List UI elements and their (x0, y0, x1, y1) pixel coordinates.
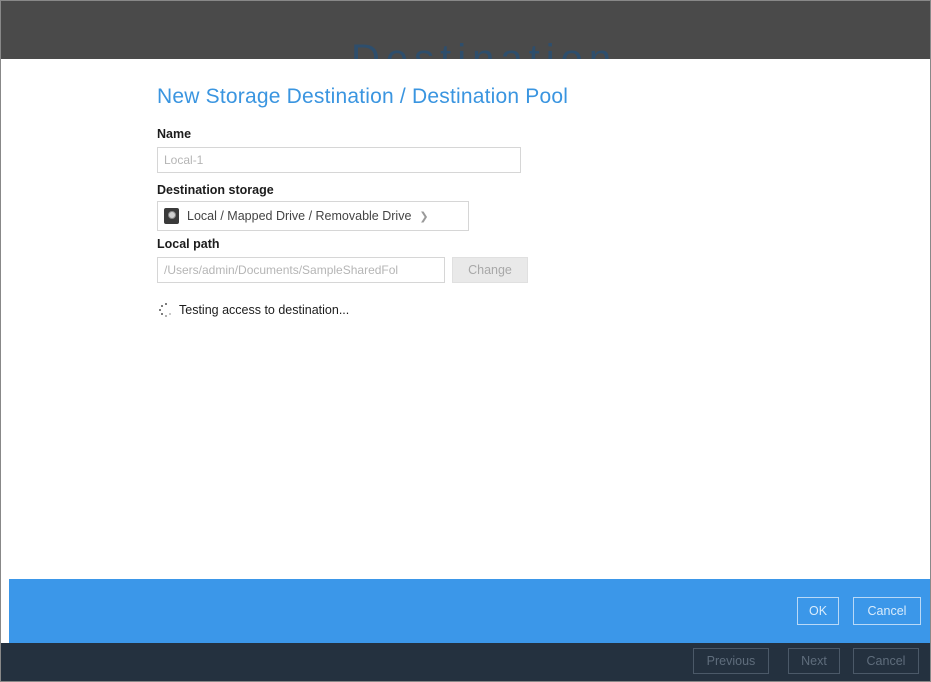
next-button[interactable]: Next (788, 648, 840, 674)
loading-spinner-icon (159, 303, 173, 317)
background-page-title: Destination (351, 39, 611, 59)
wizard-footer: Previous Next Cancel (1, 643, 930, 681)
name-field[interactable]: Local-1 (157, 147, 521, 173)
change-button[interactable]: Change (452, 257, 528, 283)
dialog-title: New Storage Destination / Destination Po… (157, 85, 569, 108)
previous-button[interactable]: Previous (693, 648, 769, 674)
destination-storage-select[interactable]: Local / Mapped Drive / Removable Drive ❯ (157, 201, 469, 231)
status-text: Testing access to destination... (179, 303, 350, 317)
local-path-field[interactable]: /Users/admin/Documents/SampleSharedFol (157, 257, 445, 283)
footer-cancel-button[interactable]: Cancel (853, 648, 919, 674)
cancel-button[interactable]: Cancel (853, 597, 921, 625)
app-window: Destination New Storage Destination / De… (0, 0, 931, 682)
local-path-label: Local path (157, 237, 220, 251)
new-storage-destination-dialog: New Storage Destination / Destination Po… (9, 59, 930, 643)
destination-storage-label: Destination storage (157, 183, 274, 197)
hard-drive-icon (164, 208, 179, 224)
chevron-down-icon: ❯ (419, 210, 429, 223)
destination-storage-value: Local / Mapped Drive / Removable Drive (187, 209, 412, 223)
background-window-header: Destination (1, 1, 930, 59)
ok-button[interactable]: OK (797, 597, 839, 625)
status-message: Testing access to destination... (159, 303, 349, 317)
name-label: Name (157, 127, 192, 141)
dialog-action-bar: OK Cancel (9, 579, 930, 643)
